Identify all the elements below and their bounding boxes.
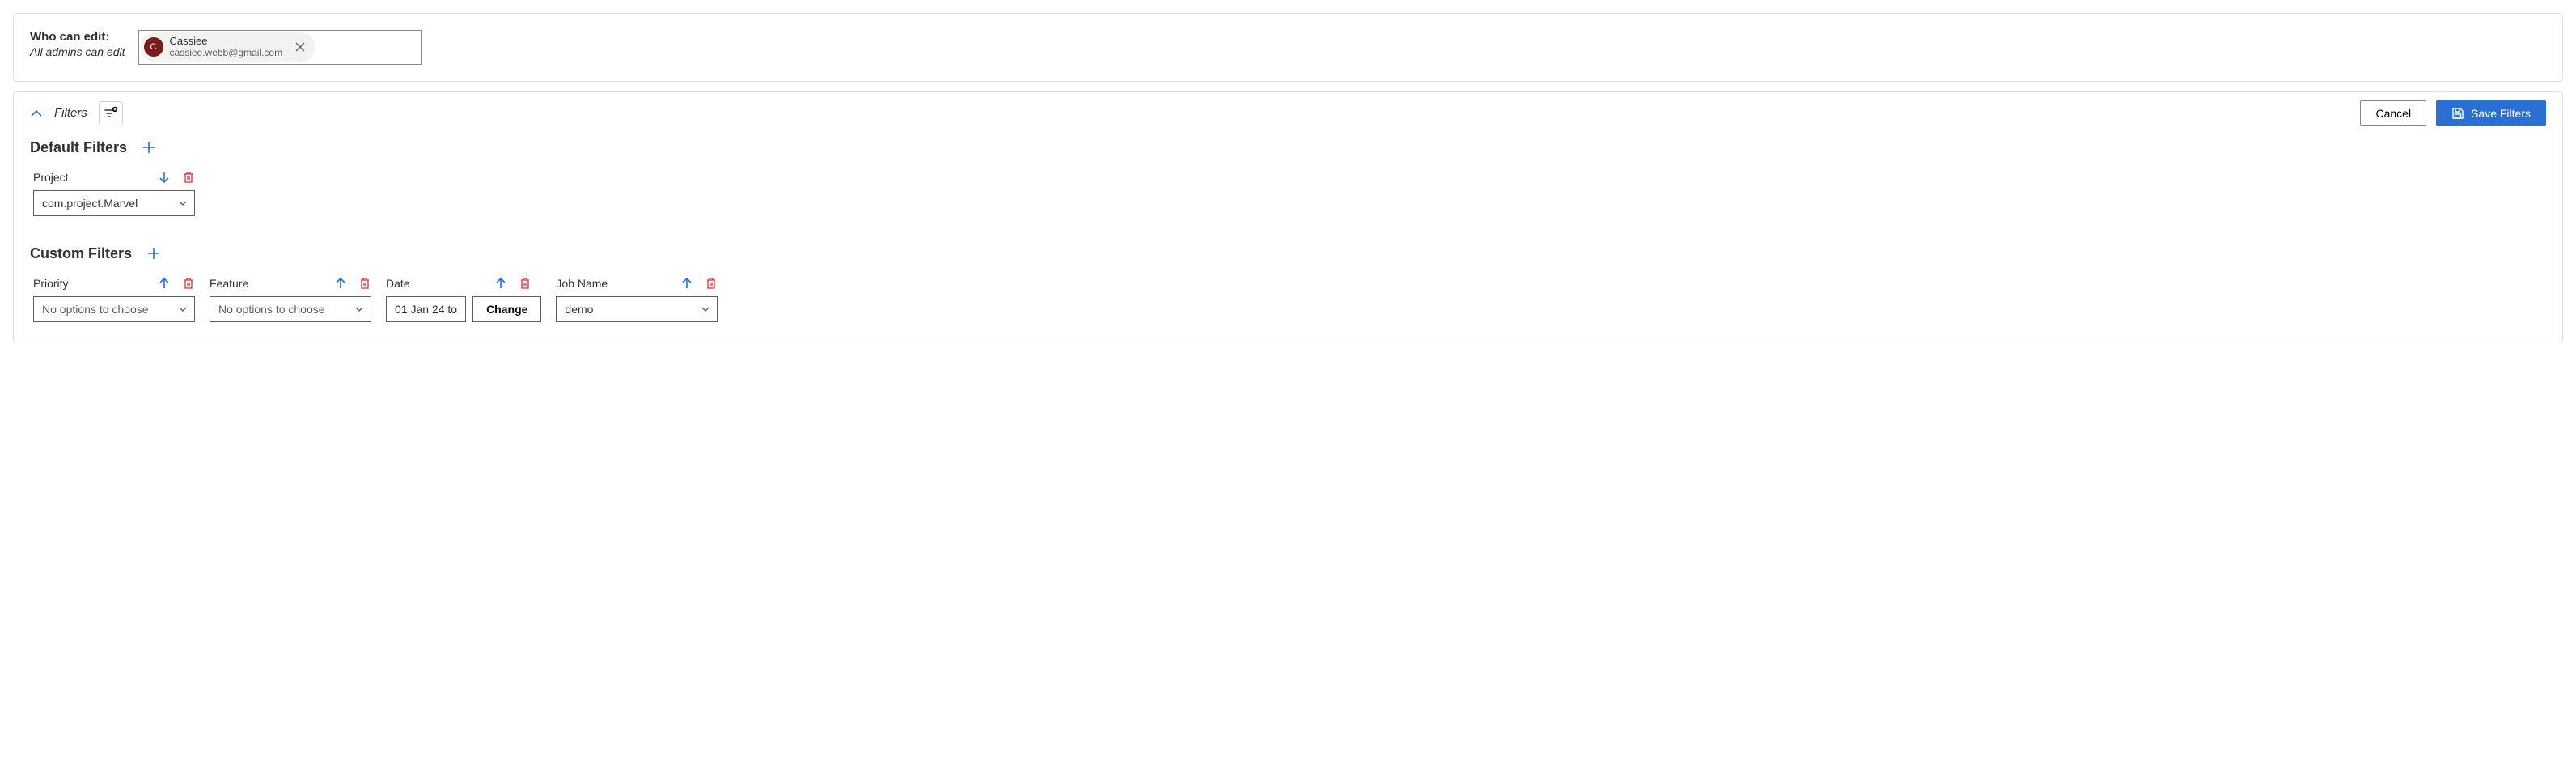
select-value: com.project.Marvel bbox=[42, 197, 138, 210]
plus-icon bbox=[142, 140, 156, 155]
filter-label: Feature bbox=[210, 277, 248, 290]
project-select[interactable]: com.project.Marvel bbox=[33, 190, 195, 216]
delete-filter-button[interactable] bbox=[705, 277, 718, 290]
add-default-filter-button[interactable] bbox=[142, 140, 156, 155]
save-filters-button[interactable]: Save Filters bbox=[2436, 100, 2546, 126]
trash-icon bbox=[182, 277, 195, 290]
chevron-down-icon bbox=[701, 304, 710, 314]
filter-clear-button[interactable] bbox=[99, 101, 123, 125]
arrow-up-icon bbox=[494, 277, 507, 290]
custom-filters-title: Custom Filters bbox=[30, 245, 132, 262]
select-value: No options to choose bbox=[42, 303, 149, 316]
date-value: 01 Jan 24 to bbox=[395, 303, 457, 316]
move-filter-up-button[interactable] bbox=[494, 277, 507, 290]
plus-icon bbox=[146, 246, 161, 261]
arrow-down-icon bbox=[158, 171, 171, 184]
who-can-edit-panel: Who can edit: All admins can edit C Cass… bbox=[13, 13, 2563, 82]
move-filter-up-button[interactable] bbox=[158, 277, 171, 290]
filter-label: Priority bbox=[33, 277, 69, 290]
change-label: Change bbox=[486, 303, 527, 316]
chip-name: Cassiee bbox=[170, 36, 283, 48]
filters-title: Filters bbox=[54, 106, 87, 120]
avatar: C bbox=[144, 37, 163, 57]
close-icon bbox=[295, 42, 305, 52]
filter-label: Project bbox=[33, 171, 69, 184]
filter-column: Project com.project.Marvel bbox=[33, 171, 195, 216]
filter-column: Priority No options to choose bbox=[33, 277, 195, 322]
priority-select[interactable]: No options to choose bbox=[33, 296, 195, 322]
move-filter-down-button[interactable] bbox=[158, 171, 171, 184]
who-can-edit-label: Who can edit: All admins can edit bbox=[30, 30, 125, 58]
select-value: demo bbox=[565, 303, 593, 316]
cancel-button[interactable]: Cancel bbox=[2360, 100, 2426, 126]
delete-filter-button[interactable] bbox=[182, 171, 195, 184]
default-filters-title: Default Filters bbox=[30, 139, 127, 156]
who-can-edit-subtitle: All admins can edit bbox=[30, 45, 125, 58]
default-filters-list: Project com.project.Marvel bbox=[30, 171, 2546, 216]
save-filters-label: Save Filters bbox=[2471, 107, 2531, 120]
chevron-down-icon bbox=[354, 304, 364, 314]
chip-email: cassiee.webb@gmail.com bbox=[170, 48, 283, 59]
trash-icon bbox=[519, 277, 532, 290]
delete-filter-button[interactable] bbox=[182, 277, 195, 290]
add-custom-filter-button[interactable] bbox=[146, 246, 161, 261]
arrow-up-icon bbox=[158, 277, 171, 290]
move-filter-up-button[interactable] bbox=[680, 277, 693, 290]
chip-remove-button[interactable] bbox=[292, 39, 308, 55]
collapse-button[interactable] bbox=[30, 107, 43, 120]
filter-column: Date 01 Jan 24 to Change bbox=[386, 277, 541, 322]
filter-label: Job Name bbox=[556, 277, 608, 290]
filter-label: Date bbox=[386, 277, 410, 290]
chevron-down-icon bbox=[178, 304, 188, 314]
chevron-up-icon bbox=[30, 107, 43, 120]
filter-column: Feature No options to choose bbox=[210, 277, 371, 322]
arrow-up-icon bbox=[680, 277, 693, 290]
delete-filter-button[interactable] bbox=[358, 277, 371, 290]
delete-filter-button[interactable] bbox=[519, 277, 532, 290]
trash-icon bbox=[358, 277, 371, 290]
who-can-edit-title: Who can edit: bbox=[30, 30, 125, 44]
filters-header: Filters Cancel Save Filters bbox=[30, 100, 2546, 126]
custom-filters-list: Priority No options to choose Feature bbox=[30, 277, 2546, 322]
date-range-display: 01 Jan 24 to bbox=[386, 296, 466, 322]
arrow-up-icon bbox=[334, 277, 347, 290]
people-picker[interactable]: C Cassiee cassiee.webb@gmail.com bbox=[138, 30, 422, 65]
feature-select[interactable]: No options to choose bbox=[210, 296, 371, 322]
change-date-button[interactable]: Change bbox=[472, 296, 541, 322]
filter-icon bbox=[104, 106, 118, 121]
move-filter-up-button[interactable] bbox=[334, 277, 347, 290]
person-chip: C Cassiee cassiee.webb@gmail.com bbox=[141, 32, 316, 62]
trash-icon bbox=[705, 277, 718, 290]
select-value: No options to choose bbox=[218, 303, 325, 316]
filter-column: Job Name demo bbox=[556, 277, 718, 322]
chevron-down-icon bbox=[178, 198, 188, 208]
trash-icon bbox=[182, 171, 195, 184]
save-icon bbox=[2451, 107, 2464, 120]
cancel-label: Cancel bbox=[2375, 107, 2411, 120]
filters-panel: Filters Cancel Save Filters bbox=[13, 91, 2563, 342]
job-name-select[interactable]: demo bbox=[556, 296, 718, 322]
